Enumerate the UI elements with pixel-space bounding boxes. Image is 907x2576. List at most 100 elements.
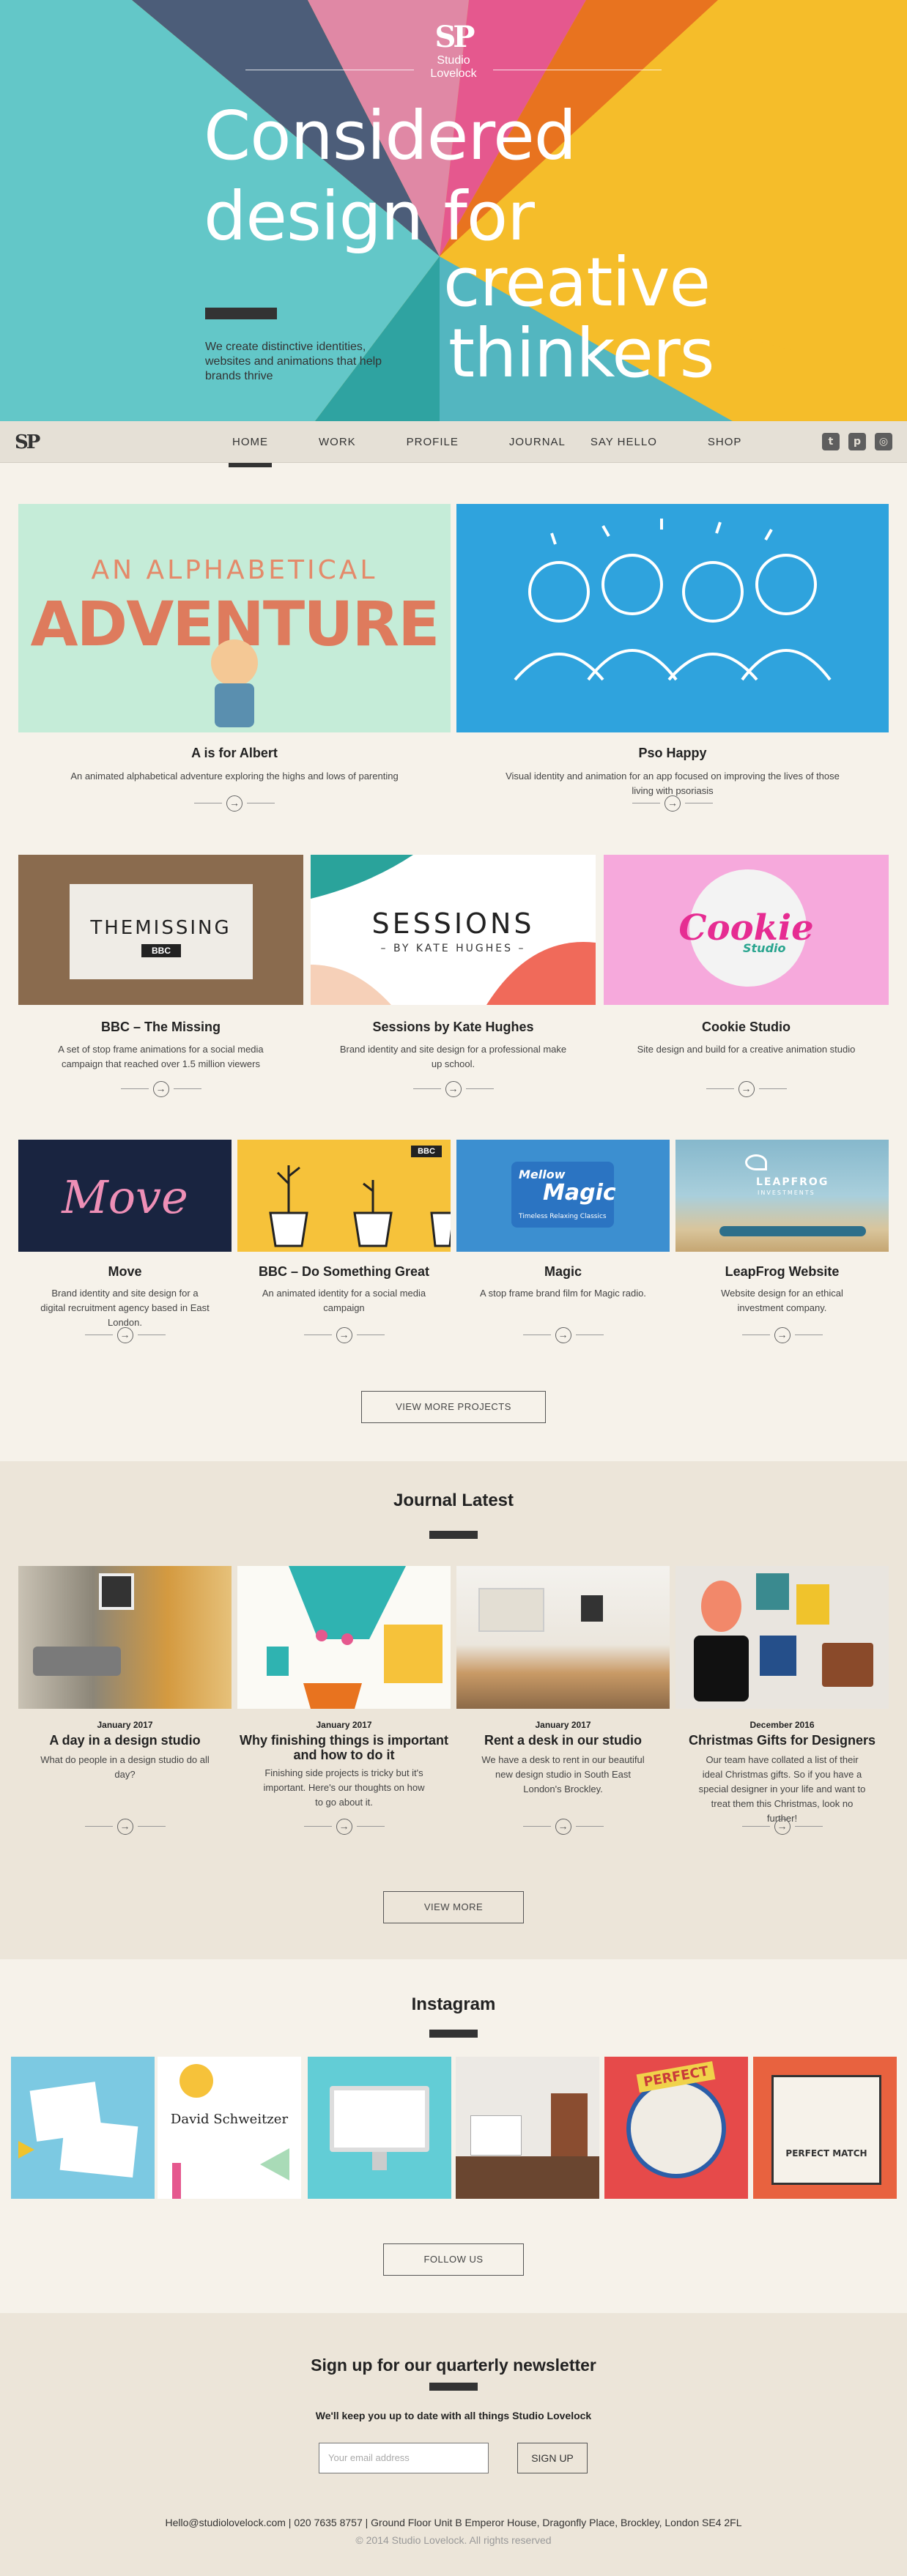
project-desc: An animated identity for a social media … [262, 1288, 426, 1313]
nav-item-profile[interactable]: PROFILE [394, 421, 471, 463]
journal-post-title[interactable]: Rent a desk in our studio [456, 1733, 670, 1748]
bbc-logo: BBC [141, 944, 181, 957]
card-print [771, 2075, 881, 2185]
project-title[interactable]: A is for Albert [18, 746, 451, 761]
project-image-cookie-studio[interactable]: Cookie Studio [604, 855, 889, 1005]
instagram-image[interactable]: PERFECT [604, 2057, 748, 2199]
project-arrow[interactable]: → [84, 1327, 166, 1343]
view-more-projects-button[interactable]: VIEW MORE PROJECTS [361, 1391, 546, 1423]
project-card-magic[interactable]: Mellow Magic Timeless Relaxing Classics … [456, 1140, 670, 1352]
twitter-icon[interactable]: t [822, 433, 840, 450]
view-more-journal-button[interactable]: VIEW MORE [383, 1891, 524, 1923]
newsletter-sub: We'll keep you up to date with all thing… [315, 2410, 592, 2421]
headline-line-3: creative [443, 243, 711, 322]
project-card-leapfrog[interactable]: LEAPFROG INVESTMENTS LeapFrog Website We… [675, 1140, 889, 1352]
journal-arrow[interactable]: → [522, 1819, 604, 1835]
insta-text: David Schweitzer [170, 2112, 289, 2127]
journal-post-title[interactable]: A day in a design studio [18, 1733, 232, 1748]
journal-post-title[interactable]: Why finishing things is important and ho… [237, 1733, 451, 1762]
journal-post-title[interactable]: Christmas Gifts for Designers [675, 1733, 889, 1748]
journal-post[interactable]: December 2016 Christmas Gifts for Design… [675, 1566, 889, 1881]
project-image-leapfrog[interactable]: LEAPFROG INVESTMENTS [675, 1140, 889, 1252]
pinterest-icon[interactable]: p [848, 433, 866, 450]
project-image-albert[interactable]: AN ALPHABETICAL ADVENTURE [18, 504, 451, 732]
project-arrow[interactable]: → [522, 1327, 604, 1343]
project-arrow[interactable]: → [632, 795, 713, 812]
nav-item-home[interactable]: HOME [220, 421, 281, 467]
journal-arrow[interactable]: → [303, 1819, 385, 1835]
social-links: t p ◎ [822, 433, 892, 450]
art-text: THEMISSING [90, 917, 232, 939]
project-arrow[interactable]: → [741, 1327, 823, 1343]
project-card-the-missing[interactable]: THEMISSING BBC BBC – The Missing A set o… [18, 855, 303, 1104]
instagram-image[interactable] [308, 2057, 451, 2199]
project-title[interactable]: Pso Happy [456, 746, 889, 761]
journal-arrow[interactable]: → [741, 1819, 823, 1835]
project-title[interactable]: LeapFrog Website [675, 1264, 889, 1280]
follow-us-button[interactable]: FOLLOW US [383, 2243, 524, 2276]
hero-subtext: We create distinctive identities, websit… [205, 341, 382, 382]
nav-item-shop[interactable]: SHOP [695, 421, 755, 463]
wallet [822, 1643, 873, 1687]
studio-logo[interactable]: SP Studio Lovelock [429, 21, 478, 81]
arrow-right-icon: → [226, 795, 243, 812]
journal-image[interactable] [456, 1566, 670, 1709]
instagram-icon[interactable]: ◎ [875, 433, 892, 450]
card-print [470, 2115, 522, 2156]
journal-post[interactable]: January 2017 Why finishing things is imp… [237, 1566, 451, 1881]
project-title[interactable]: BBC – Do Something Great [237, 1264, 451, 1280]
instagram-image[interactable] [456, 2057, 599, 2199]
project-arrow[interactable]: → [120, 1081, 201, 1097]
project-card-do-something-great[interactable]: BBC BBC – Do Something Great An animated… [237, 1140, 451, 1352]
journal-image[interactable] [18, 1566, 232, 1709]
project-arrow[interactable]: → [412, 1081, 494, 1097]
project-card-cookie-studio[interactable]: Cookie Studio Cookie Studio Site design … [604, 855, 889, 1104]
project-desc: An animated alphabetical adventure explo… [70, 771, 399, 782]
project-image-pso-happy[interactable] [456, 504, 889, 732]
journal-title-bar [429, 1531, 478, 1539]
boy-head [211, 639, 258, 686]
project-title[interactable]: BBC – The Missing [18, 1020, 303, 1035]
instagram-image[interactable] [11, 2057, 155, 2199]
project-image-the-missing[interactable]: THEMISSING BBC [18, 855, 303, 1005]
nav-item-work[interactable]: WORK [306, 421, 369, 463]
project-arrow[interactable]: → [706, 1081, 787, 1097]
project-image-sessions[interactable]: SESSIONS – BY KATE HUGHES – [311, 855, 596, 1005]
nav-item-say-hello[interactable]: SAY HELLO [578, 421, 670, 463]
project-title[interactable]: Sessions by Kate Hughes [311, 1020, 596, 1035]
journal-date: January 2017 [535, 1720, 591, 1730]
picture-frame [99, 1573, 134, 1610]
project-desc: Brand identity and site design for a pro… [339, 1044, 567, 1069]
arrow-right-icon: → [336, 1819, 352, 1835]
instagram-image[interactable]: PERFECT MATCH [753, 2057, 897, 2199]
email-input[interactable]: Your email address [319, 2443, 489, 2473]
sign-up-button[interactable]: SIGN UP [517, 2443, 588, 2473]
project-card-move[interactable]: Move Move Brand identity and site design… [18, 1140, 232, 1352]
nav-logo[interactable]: SP [15, 431, 40, 453]
journal-image[interactable] [675, 1566, 889, 1709]
nav-items: HOME WORK PROFILE JOURNAL SAY HELLO SHOP [220, 421, 780, 467]
journal-image[interactable] [237, 1566, 451, 1709]
art-text: AN ALPHABETICAL [91, 555, 378, 585]
project-image-magic[interactable]: Mellow Magic Timeless Relaxing Classics [456, 1140, 670, 1252]
nav-item-journal[interactable]: JOURNAL [497, 421, 578, 463]
project-arrow[interactable]: → [303, 1327, 385, 1343]
circle-shape [179, 2064, 213, 2098]
journal-post[interactable]: January 2017 Rent a desk in our studio W… [456, 1566, 670, 1881]
journal-post[interactable]: January 2017 A day in a design studio Wh… [18, 1566, 232, 1881]
journal-arrow[interactable]: → [84, 1819, 166, 1835]
instagram-image[interactable]: David Schweitzer [158, 2057, 301, 2199]
project-card-sessions[interactable]: SESSIONS – BY KATE HUGHES – Sessions by … [311, 855, 596, 1104]
project-image-move[interactable]: Move [18, 1140, 232, 1252]
contact-info: Hello@studiolovelock.com | 020 7635 8757… [165, 2517, 742, 2528]
project-image-do-something-great[interactable]: BBC [237, 1140, 451, 1252]
journal-post-desc: We have a desk to rent in our beautiful … [481, 1754, 645, 1794]
project-title[interactable]: Move [18, 1264, 232, 1280]
project-card-albert[interactable]: AN ALPHABETICAL ADVENTURE A is for Alber… [18, 504, 451, 812]
page: SP Studio Lovelock Considered design for… [0, 0, 907, 2576]
project-arrow[interactable]: → [194, 795, 275, 812]
project-card-pso-happy[interactable]: Pso Happy Visual identity and animation … [456, 504, 889, 812]
project-title[interactable]: Cookie Studio [604, 1020, 889, 1035]
project-title[interactable]: Magic [456, 1264, 670, 1280]
imac-screen [330, 2086, 429, 2152]
